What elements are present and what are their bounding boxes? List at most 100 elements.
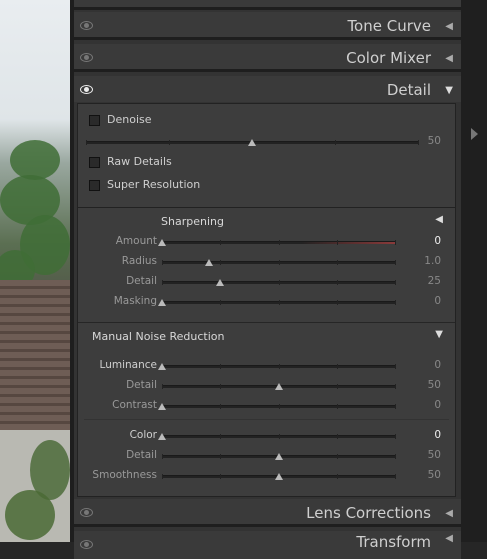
radius-label: Radius xyxy=(121,255,157,267)
develop-panel: Tone Curve ◀ Color Mixer ◀ Detail ▼ Deno… xyxy=(74,0,461,559)
section-header-lens-corrections[interactable]: Lens Corrections ◀ xyxy=(74,499,461,527)
section-title-detail: Detail xyxy=(386,81,431,99)
contrast-slider-thumb[interactable] xyxy=(158,403,166,410)
noise-reduction-title: Manual Noise Reduction xyxy=(92,330,225,343)
luminance-slider-thumb[interactable] xyxy=(158,363,166,370)
right-panel-edge xyxy=(461,0,487,542)
slider-tick xyxy=(86,140,87,145)
section-header-color-mixer[interactable]: Color Mixer ◀ xyxy=(74,44,461,72)
slider-tick xyxy=(395,300,396,305)
amount-slider-row[interactable]: Amount 0 xyxy=(78,232,455,252)
masking-slider-row[interactable]: Masking 0 xyxy=(78,292,455,312)
radius-slider-thumb[interactable] xyxy=(204,259,213,266)
sharpening-noise-box: Sharpening ◀ Amount 0 Radius 1.0 Detail … xyxy=(77,207,456,497)
color-value[interactable]: 0 xyxy=(434,429,441,441)
section-header-transform[interactable]: Transform ◀ xyxy=(74,531,461,559)
radius-slider-row[interactable]: Radius 1.0 xyxy=(78,252,455,272)
slider-tick xyxy=(395,384,396,389)
slider-tick xyxy=(220,434,222,439)
slider-tick xyxy=(395,364,396,369)
section-header-tone-curve[interactable]: Tone Curve ◀ xyxy=(74,12,461,40)
expand-triangle-icon[interactable]: ▼ xyxy=(445,85,453,96)
sharpen-detail-slider-track[interactable] xyxy=(162,279,396,286)
visibility-eye-icon[interactable] xyxy=(80,508,93,517)
divider xyxy=(78,322,455,323)
denoise-checkbox[interactable] xyxy=(89,115,100,126)
visibility-eye-icon[interactable] xyxy=(80,85,93,94)
color-detail-slider-track[interactable] xyxy=(162,453,396,460)
contrast-slider-track[interactable] xyxy=(158,403,396,410)
lum-detail-slider-track[interactable] xyxy=(162,383,396,390)
lum-detail-slider-row[interactable]: Detail 50 xyxy=(78,376,455,396)
color-detail-slider-row[interactable]: Detail 50 xyxy=(78,446,455,466)
visibility-eye-icon[interactable] xyxy=(80,540,93,549)
contrast-value[interactable]: 0 xyxy=(434,399,441,411)
color-slider-row[interactable]: Color 0 xyxy=(78,426,455,446)
panel-toggle-arrow-icon[interactable] xyxy=(471,128,478,140)
denoise-slider-track[interactable] xyxy=(86,139,419,146)
lum-detail-slider-thumb[interactable] xyxy=(274,383,283,390)
amount-slider-track[interactable] xyxy=(158,239,396,246)
slider-tick xyxy=(395,474,396,479)
raw-details-row[interactable]: Raw Details xyxy=(78,153,455,173)
visibility-eye-icon[interactable] xyxy=(80,21,93,30)
luminance-value[interactable]: 0 xyxy=(434,359,441,371)
denoise-slider-row[interactable]: 50 xyxy=(78,132,455,152)
radius-value[interactable]: 1.0 xyxy=(424,255,441,267)
sharpen-detail-value[interactable]: 25 xyxy=(428,275,441,287)
collapse-triangle-icon[interactable]: ◀ xyxy=(445,53,453,64)
raw-details-checkbox[interactable] xyxy=(89,157,100,168)
color-slider-track[interactable] xyxy=(158,433,396,440)
contrast-slider-row[interactable]: Contrast 0 xyxy=(78,396,455,416)
luminance-slider-track[interactable] xyxy=(158,363,396,370)
divider xyxy=(84,419,449,420)
color-detail-value[interactable]: 50 xyxy=(428,449,441,461)
collapse-triangle-icon[interactable]: ◀ xyxy=(445,533,453,544)
amount-value[interactable]: 0 xyxy=(434,235,441,247)
smoothness-value[interactable]: 50 xyxy=(428,469,441,481)
smoothness-slider-track[interactable] xyxy=(162,473,396,480)
luminance-slider-row[interactable]: Luminance 0 xyxy=(78,356,455,376)
super-resolution-row[interactable]: Super Resolution xyxy=(78,176,455,196)
color-slider-thumb[interactable] xyxy=(158,433,166,440)
slider-tick xyxy=(220,260,222,265)
slider-tick xyxy=(395,454,396,459)
color-label: Color xyxy=(129,429,157,441)
slider-tick xyxy=(336,260,338,265)
collapse-triangle-icon[interactable]: ◀ xyxy=(445,508,453,519)
slider-tick xyxy=(162,384,163,389)
smoothness-slider-thumb[interactable] xyxy=(274,473,283,480)
denoise-row[interactable]: Denoise xyxy=(78,111,455,131)
lum-detail-value[interactable]: 50 xyxy=(428,379,441,391)
sharpening-title: Sharpening xyxy=(161,215,224,228)
slider-tick xyxy=(278,300,280,305)
radius-slider-track[interactable] xyxy=(162,259,396,266)
sharpening-collapse-icon[interactable]: ◀ xyxy=(435,214,443,225)
sharpen-detail-slider-row[interactable]: Detail 25 xyxy=(78,272,455,292)
slider-tick xyxy=(395,260,396,265)
slider-tick xyxy=(162,454,163,459)
smoothness-slider-row[interactable]: Smoothness 50 xyxy=(78,466,455,486)
slider-tick xyxy=(162,260,163,265)
masking-value[interactable]: 0 xyxy=(434,295,441,307)
amount-slider-thumb[interactable] xyxy=(158,239,166,246)
slider-tick xyxy=(336,404,338,409)
slider-tick xyxy=(336,384,338,389)
collapse-triangle-icon[interactable]: ◀ xyxy=(445,21,453,32)
color-detail-slider-thumb[interactable] xyxy=(274,453,283,460)
masking-slider-thumb[interactable] xyxy=(158,299,166,306)
visibility-eye-icon[interactable] xyxy=(80,53,93,62)
smoothness-label: Smoothness xyxy=(92,469,157,481)
denoise-slider-thumb[interactable] xyxy=(248,139,256,146)
sharpen-detail-slider-thumb[interactable] xyxy=(216,279,225,286)
slider-tick xyxy=(336,280,338,285)
detail-options-box: Denoise 50 Raw Details Super Resolution xyxy=(77,103,456,208)
masking-slider-track[interactable] xyxy=(158,299,396,306)
amount-label: Amount xyxy=(115,235,157,247)
slider-tick xyxy=(220,384,222,389)
noise-expand-icon[interactable]: ▼ xyxy=(435,329,443,340)
slider-tick xyxy=(278,260,280,265)
section-header-detail[interactable]: Detail ▼ xyxy=(74,76,461,102)
denoise-value[interactable]: 50 xyxy=(428,135,441,147)
super-resolution-checkbox[interactable] xyxy=(89,180,100,191)
